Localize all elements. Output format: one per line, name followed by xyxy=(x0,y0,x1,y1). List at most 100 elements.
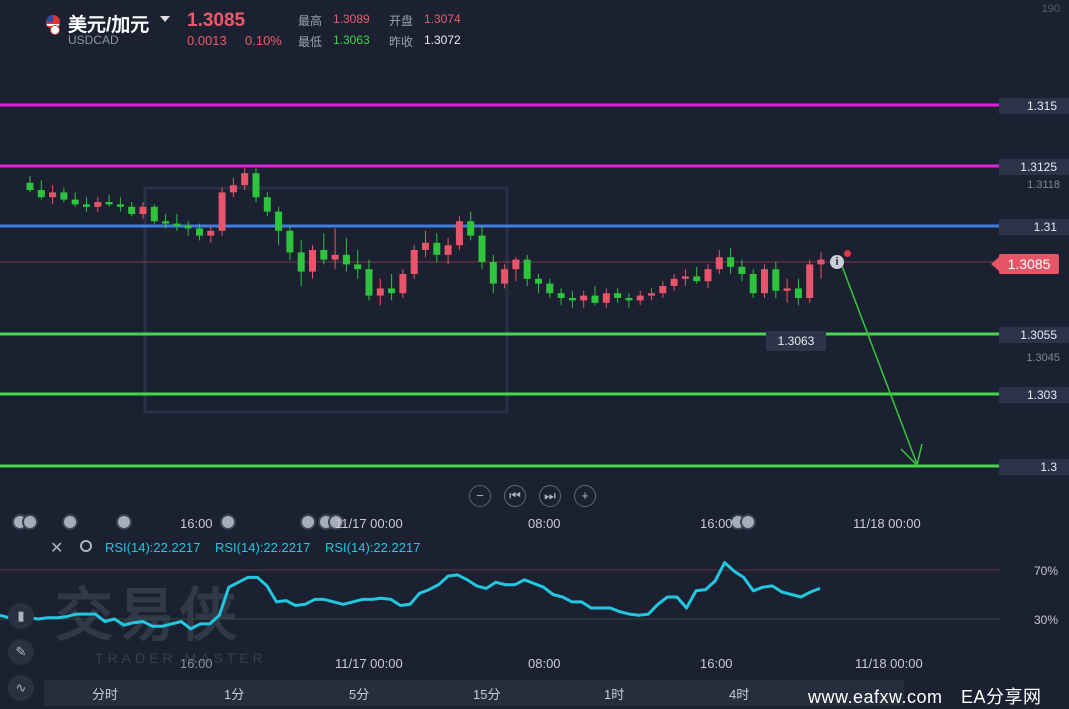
current-price-tag: 1.3085 xyxy=(991,254,1059,274)
event-marker-icon[interactable] xyxy=(220,514,236,530)
level-label-1315: 1.315 xyxy=(999,98,1069,114)
candle-body xyxy=(614,293,622,298)
level-label-13: 1.3 xyxy=(999,459,1069,475)
site-watermark: www.eafxw.com EA分享网 xyxy=(808,687,1042,707)
period-low-tag: 1.3063 xyxy=(766,331,826,351)
candle-body xyxy=(535,278,542,284)
candle-body xyxy=(715,257,723,270)
candle-body xyxy=(670,278,678,286)
candle-body xyxy=(704,269,712,282)
candle-body xyxy=(309,250,316,272)
rsi-level-70: 70% xyxy=(1033,564,1058,578)
candle-body xyxy=(557,293,565,298)
candle-body xyxy=(455,221,463,246)
event-marker-icon[interactable] xyxy=(62,514,78,530)
zoom-out-button[interactable]: − xyxy=(469,485,491,507)
candle-body xyxy=(139,206,147,214)
time-label: 11/17 00:00 xyxy=(335,516,403,531)
candle-body xyxy=(365,269,373,296)
rsi-time-label: 11/18 00:00 xyxy=(855,656,923,671)
tf-1m[interactable]: 1分 xyxy=(224,684,244,703)
candle-body xyxy=(275,211,283,231)
time-label: 11/18 00:00 xyxy=(853,516,921,531)
candle-body xyxy=(286,230,294,253)
candle-body xyxy=(196,228,203,236)
price-chart[interactable] xyxy=(0,0,1000,480)
candle-body xyxy=(263,197,271,212)
candle-body xyxy=(636,295,644,301)
candle-body xyxy=(501,269,509,284)
event-marker-icon[interactable] xyxy=(740,514,756,530)
candle-body xyxy=(444,245,452,255)
candle-body xyxy=(523,259,531,279)
event-marker-icon[interactable] xyxy=(22,514,38,530)
tf-15m[interactable]: 15分 xyxy=(473,684,500,703)
rsi-label: RSI(14):22.2217 xyxy=(325,540,421,555)
grid-label-13045: 1.3045 xyxy=(1026,352,1060,364)
candle-body xyxy=(817,259,825,265)
chart-type-icon[interactable]: ∿ xyxy=(8,675,34,701)
candle-body xyxy=(738,266,746,274)
event-marker-icon[interactable] xyxy=(300,514,316,530)
scroll-start-button[interactable]: ⏮ xyxy=(504,485,526,507)
candle-body xyxy=(173,223,181,226)
candle-body xyxy=(297,252,305,272)
candle-body xyxy=(681,276,689,279)
candle-body xyxy=(772,269,780,291)
close-icon[interactable]: ✕ xyxy=(50,538,63,558)
candle-body xyxy=(783,288,791,291)
candle-body xyxy=(128,206,136,214)
rsi-chart[interactable] xyxy=(0,560,1000,680)
candle-body xyxy=(693,276,701,282)
tf-5m[interactable]: 5分 xyxy=(349,684,369,703)
projection-arrow-head xyxy=(900,443,923,467)
level-label-13125: 1.3125 xyxy=(999,159,1069,175)
pencil-icon[interactable]: ✎ xyxy=(8,639,34,665)
candle-body xyxy=(105,202,113,205)
candle-body xyxy=(229,185,237,193)
time-label: 16:00 xyxy=(180,516,213,531)
settings-icon[interactable] xyxy=(80,540,92,552)
candle-body xyxy=(376,288,384,296)
candle-body xyxy=(331,254,339,260)
tf-1h[interactable]: 1时 xyxy=(604,684,624,703)
candle-body xyxy=(591,295,599,303)
tf-tick[interactable]: 分时 xyxy=(92,684,118,703)
indicators-icon[interactable]: ▮ xyxy=(8,603,34,629)
candle-body xyxy=(218,192,226,231)
candle-body xyxy=(49,192,57,198)
candle-body xyxy=(162,221,170,224)
level-label-1303: 1.303 xyxy=(999,387,1069,403)
rsi-time-label: 16:00 xyxy=(700,656,733,671)
candle-body xyxy=(184,226,192,229)
info-icon[interactable]: i xyxy=(830,255,844,269)
time-label: 08:00 xyxy=(528,516,561,531)
candle-body xyxy=(794,288,802,298)
candle-body xyxy=(37,190,45,198)
candle-body xyxy=(94,202,102,207)
rsi-time-label: 16:00 xyxy=(180,656,213,671)
rsi-time-label: 11/17 00:00 xyxy=(335,656,403,671)
candle-body xyxy=(625,298,633,301)
candle-body xyxy=(422,242,429,250)
candle-body xyxy=(71,199,79,205)
candle-body xyxy=(512,259,520,270)
candle-body xyxy=(761,269,768,294)
tf-4h[interactable]: 4时 xyxy=(729,684,749,703)
candle-body xyxy=(60,192,68,200)
candle-body xyxy=(478,235,486,262)
candle-body xyxy=(546,283,554,294)
candle-body xyxy=(410,250,418,274)
candle-body xyxy=(568,298,576,301)
zoom-in-button[interactable]: + xyxy=(574,485,596,507)
event-marker-icon[interactable] xyxy=(116,514,132,530)
candle-body xyxy=(489,262,497,284)
candle-body xyxy=(580,295,588,301)
candle-body xyxy=(659,286,667,294)
candle-body xyxy=(648,293,655,296)
candle-body xyxy=(467,221,475,236)
candle-body xyxy=(806,264,814,298)
projection-arrow-line xyxy=(841,265,918,465)
scroll-end-button[interactable]: ⏭ xyxy=(539,485,561,507)
level-label-13055: 1.3055 xyxy=(999,327,1069,343)
